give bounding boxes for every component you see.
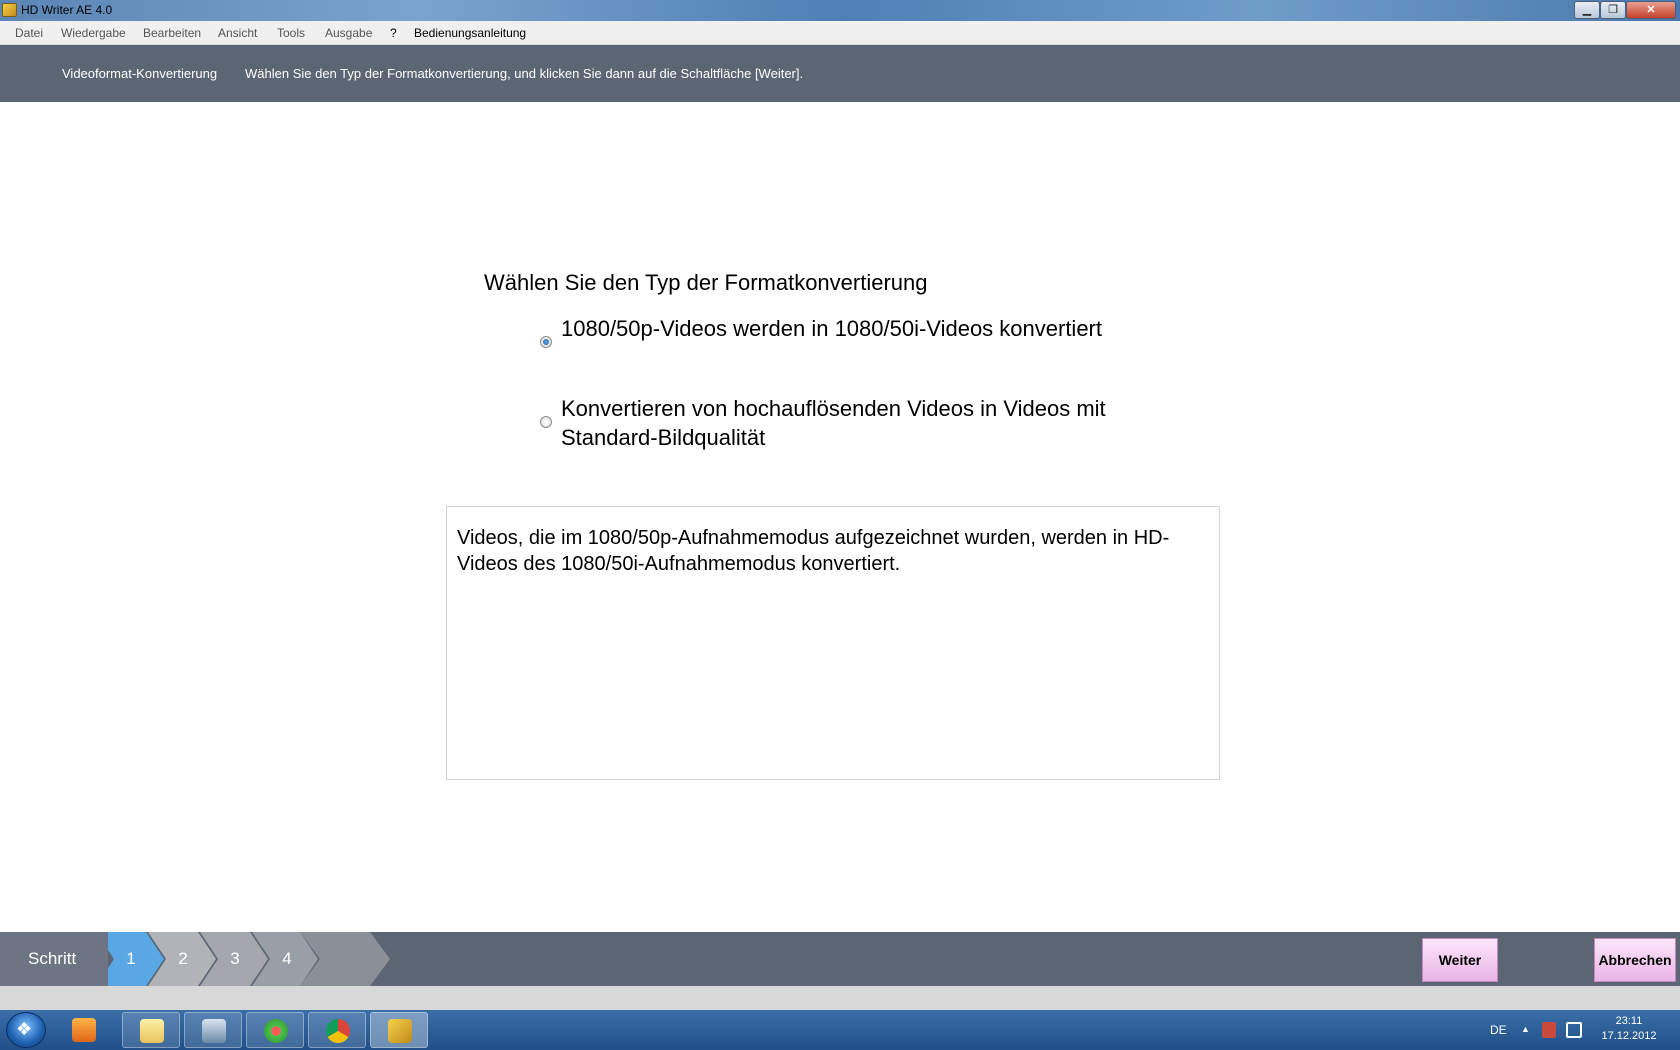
question-heading: Wählen Sie den Typ der Formatkonvertieru… — [484, 270, 928, 295]
chrome-logo-icon — [326, 1019, 350, 1043]
media-player-icon-graphic — [72, 1018, 96, 1042]
step-3: 3 — [230, 949, 240, 968]
menu-help[interactable]: ? — [390, 26, 397, 40]
close-button[interactable]: ✕ — [1626, 1, 1676, 19]
tray-expand-icon[interactable]: ▲ — [1521, 1024, 1530, 1050]
menu-wiedergabe[interactable]: Wiedergabe — [61, 26, 126, 40]
clock-date: 17.12.2012 — [1601, 1030, 1657, 1042]
monitor-icon — [202, 1019, 226, 1043]
status-strip — [0, 986, 1680, 1010]
option-label[interactable]: Konvertieren von hochauflösenden Videos … — [561, 394, 1141, 452]
radio-button[interactable] — [540, 416, 552, 428]
cancel-button[interactable]: Abbrechen — [1594, 938, 1676, 982]
option-label[interactable]: 1080/50p-Videos werden in 1080/50i-Video… — [561, 314, 1141, 343]
menu-ansicht[interactable]: Ansicht — [218, 26, 257, 40]
step-1: 1 — [126, 949, 136, 968]
app-icon — [2, 3, 17, 17]
clock[interactable]: 23:11 17.12.2012 — [1598, 1014, 1660, 1044]
description-text: Videos, die im 1080/50p-Aufnahmemodus au… — [457, 527, 1170, 575]
next-button[interactable]: Weiter — [1422, 938, 1498, 982]
menu-bar: Datei Wiedergabe Bearbeiten Ansicht Tool… — [0, 21, 1680, 45]
hd-writer-icon[interactable] — [370, 1012, 428, 1048]
menu-datei[interactable]: Datei — [15, 26, 43, 40]
chrome-icon[interactable] — [308, 1012, 366, 1048]
start-button[interactable]: ❖ — [6, 1012, 46, 1048]
step-4: 4 — [282, 949, 292, 968]
instruction-text: Wählen Sie den Typ der Formatkonvertieru… — [245, 66, 804, 81]
media-player-icon[interactable] — [62, 1012, 106, 1048]
step-label-text: Schritt — [28, 949, 77, 968]
network-icon[interactable] — [1566, 1022, 1582, 1038]
menu-ausgabe[interactable]: Ausgabe — [325, 26, 372, 40]
hd-writer-logo-icon — [388, 1019, 412, 1043]
step-label: Schritt — [0, 932, 108, 986]
language-indicator[interactable]: DE — [1490, 1023, 1507, 1050]
step-bar: Schritt 1 2 3 4 Weiter Abbrechen — [0, 932, 1680, 986]
minimize-button[interactable]: ▁ — [1574, 1, 1600, 19]
flower-icon — [264, 1019, 288, 1043]
remote-desktop-icon[interactable] — [184, 1012, 242, 1048]
instruction-header: Videoformat-Konvertierung Wählen Sie den… — [0, 45, 1680, 102]
menu-bearbeiten[interactable]: Bearbeiten — [143, 26, 201, 40]
menu-bedienungsanleitung[interactable]: Bedienungsanleitung — [414, 26, 526, 40]
title-bar: HD Writer AE 4.0 ▁ ❐ ✕ — [0, 0, 1680, 21]
radio-button-selected[interactable] — [540, 336, 552, 348]
maximize-button[interactable]: ❐ — [1600, 1, 1626, 19]
clock-time: 23:11 — [1615, 1015, 1643, 1027]
icq-icon[interactable] — [246, 1012, 304, 1048]
file-explorer-icon[interactable] — [122, 1012, 180, 1048]
page-title: Videoformat-Konvertierung — [62, 66, 218, 81]
window-title: HD Writer AE 4.0 — [21, 3, 113, 17]
menu-tools[interactable]: Tools — [277, 26, 305, 40]
description-box: Videos, die im 1080/50p-Aufnahmemodus au… — [446, 506, 1220, 780]
folder-icon — [140, 1019, 164, 1043]
windows-logo-icon: ❖ — [16, 1019, 33, 1039]
taskbar: ❖ DE ▲ 23:11 17.12.2012 — [0, 1010, 1680, 1050]
application-window: HD Writer AE 4.0 ▁ ❐ ✕ Datei Wiedergabe … — [0, 0, 1680, 1050]
step-2: 2 — [178, 949, 188, 968]
action-center-flag-icon[interactable] — [1542, 1022, 1556, 1038]
